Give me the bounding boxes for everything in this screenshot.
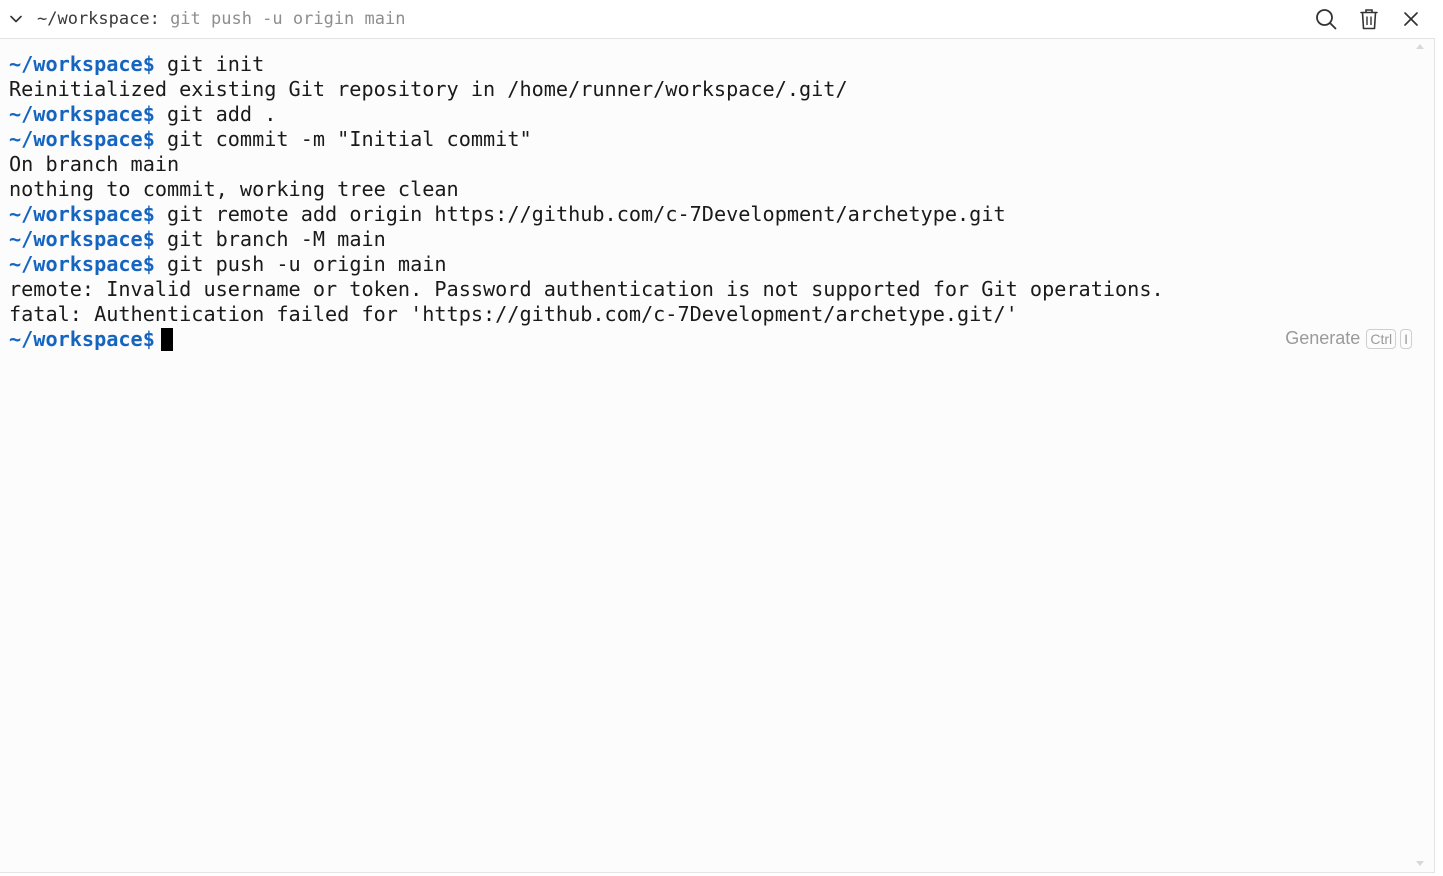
- i-key: I: [1400, 328, 1412, 349]
- terminal-output-line: nothing to commit, working tree clean: [9, 177, 1164, 202]
- prompt: ~/workspace$: [9, 52, 155, 76]
- text-cursor: [160, 328, 173, 351]
- prompt: ~/workspace$: [9, 127, 155, 151]
- terminal-command-line: ~/workspace$ git branch -M main: [9, 227, 1164, 252]
- terminal-command-line: ~/workspace$ git push -u origin main: [9, 252, 1164, 277]
- chevron-down-icon[interactable]: [8, 11, 24, 27]
- terminal-title: ~/workspace: git push -u origin main: [37, 8, 405, 30]
- generate-hint[interactable]: Generate Ctrl I: [1285, 328, 1412, 349]
- output-text: fatal: Authentication failed for 'https:…: [9, 302, 1018, 326]
- command-text: git remote add origin https://github.com…: [154, 202, 1006, 226]
- terminal-input-line[interactable]: ~/workspace$: [9, 327, 1164, 352]
- scroll-down-arrow[interactable]: [1416, 861, 1424, 866]
- command-text: git add .: [154, 102, 277, 126]
- output-text: On branch main: [9, 152, 180, 176]
- output-text: Reinitialized existing Git repository in…: [9, 77, 848, 101]
- terminal-output-line: Reinitialized existing Git repository in…: [9, 77, 1164, 102]
- prompt: ~/workspace$: [9, 252, 155, 276]
- command-text: git init: [154, 52, 265, 76]
- terminal-command-line: ~/workspace$ git init: [9, 52, 1164, 77]
- title-command: git push -u origin main: [159, 9, 406, 29]
- output-text: remote: Invalid username or token. Passw…: [9, 277, 1164, 301]
- ctrl-key: Ctrl: [1366, 328, 1397, 349]
- prompt: ~/workspace$: [9, 102, 155, 126]
- terminal-output[interactable]: ~/workspace$ git init Reinitialized exist…: [9, 52, 1164, 352]
- command-text: git branch -M main: [154, 227, 386, 251]
- prompt: ~/workspace$: [9, 327, 155, 351]
- terminal-output-line: fatal: Authentication failed for 'https:…: [9, 302, 1164, 327]
- title-path: ~/workspace:: [37, 9, 160, 29]
- terminal-command-line: ~/workspace$ git remote add origin https…: [9, 202, 1164, 227]
- command-text: git push -u origin main: [154, 252, 447, 276]
- generate-label: Generate: [1285, 328, 1361, 348]
- output-text: nothing to commit, working tree clean: [9, 177, 459, 201]
- terminal-command-line: ~/workspace$ git commit -m "Initial comm…: [9, 127, 1164, 152]
- terminal-window: ~/workspace: git push -u origin main ~/w…: [0, 0, 1435, 873]
- command-text: git commit -m "Initial commit": [154, 127, 532, 151]
- close-icon[interactable]: [1398, 6, 1424, 32]
- terminal-output-line: On branch main: [9, 152, 1164, 177]
- terminal-output-line: remote: Invalid username or token. Passw…: [9, 277, 1164, 302]
- terminal-header: ~/workspace: git push -u origin main: [0, 0, 1435, 39]
- search-icon[interactable]: [1313, 6, 1339, 32]
- trash-icon[interactable]: [1356, 6, 1382, 32]
- scroll-up-arrow[interactable]: [1416, 44, 1424, 49]
- prompt: ~/workspace$: [9, 202, 155, 226]
- prompt: ~/workspace$: [9, 227, 155, 251]
- terminal-command-line: ~/workspace$ git add .: [9, 102, 1164, 127]
